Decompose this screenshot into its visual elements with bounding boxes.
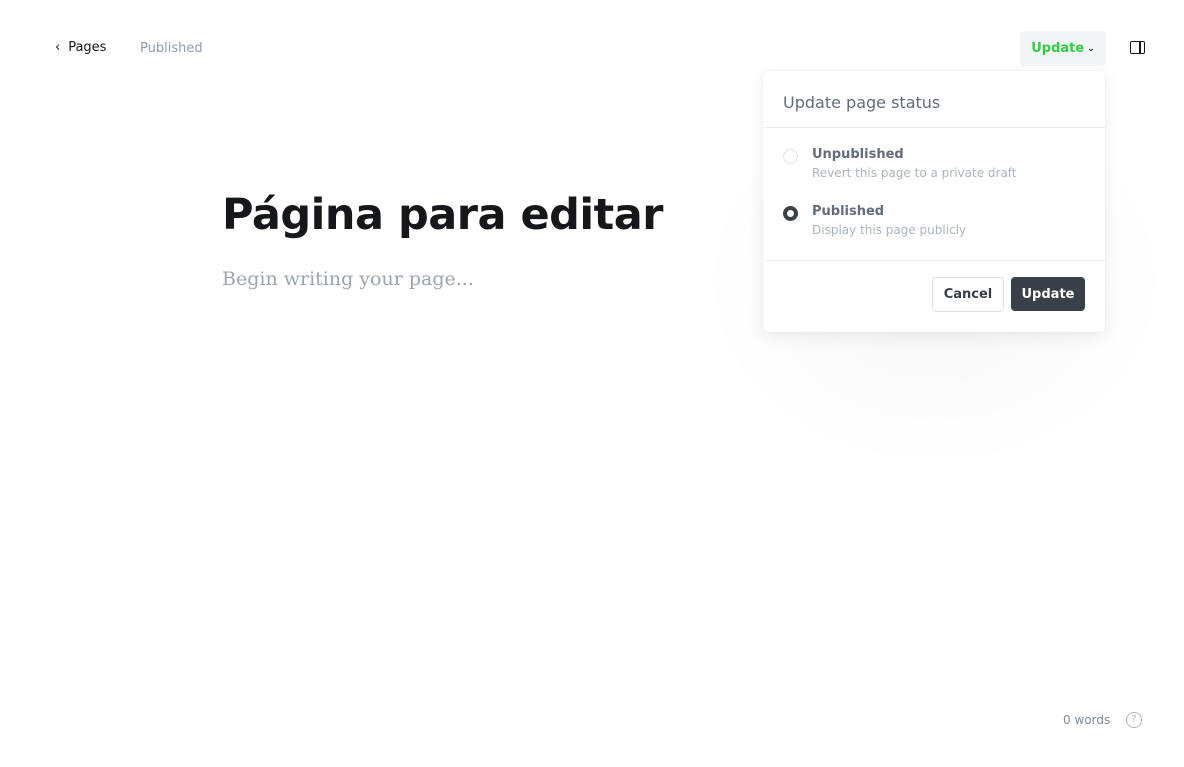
back-label: Pages <box>68 40 107 55</box>
word-count: 0 words <box>1063 713 1111 727</box>
option-label: Published <box>812 204 885 219</box>
update-label: Update <box>1031 41 1085 56</box>
chevron-left-icon: ‹ <box>55 40 61 55</box>
option-desc: Revert this page to a private draft <box>812 166 1017 180</box>
chevron-down-icon: ⌄ <box>1087 43 1095 54</box>
option-label: Unpublished <box>812 147 904 162</box>
divider <box>763 260 1105 261</box>
option-unpublished[interactable]: Unpublished Revert this page to a private… <box>783 147 1017 180</box>
cancel-button[interactable]: Cancel <box>932 277 1004 312</box>
update-button[interactable]: Update <box>1011 277 1085 311</box>
update-status-popup: Update page status Unpublished Revert thi… <box>763 71 1105 332</box>
radio-published[interactable] <box>783 206 798 221</box>
popup-title: Update page status <box>763 71 1105 128</box>
option-published[interactable]: Published Display this page publicly <box>783 204 966 237</box>
post-status: Published <box>140 41 203 56</box>
radio-unpublished[interactable] <box>783 149 798 164</box>
update-dropdown-button[interactable]: Update ⌄ <box>1020 31 1106 66</box>
option-desc: Display this page publicly <box>812 223 967 237</box>
back-to-pages-link[interactable]: ‹ Pages <box>55 40 106 55</box>
sidebar-toggle-icon[interactable] <box>1130 41 1145 54</box>
page-title[interactable]: Página para editar <box>222 190 663 240</box>
editor-body-placeholder[interactable]: Begin writing your page... <box>222 268 474 290</box>
help-icon[interactable]: ? <box>1126 712 1142 728</box>
